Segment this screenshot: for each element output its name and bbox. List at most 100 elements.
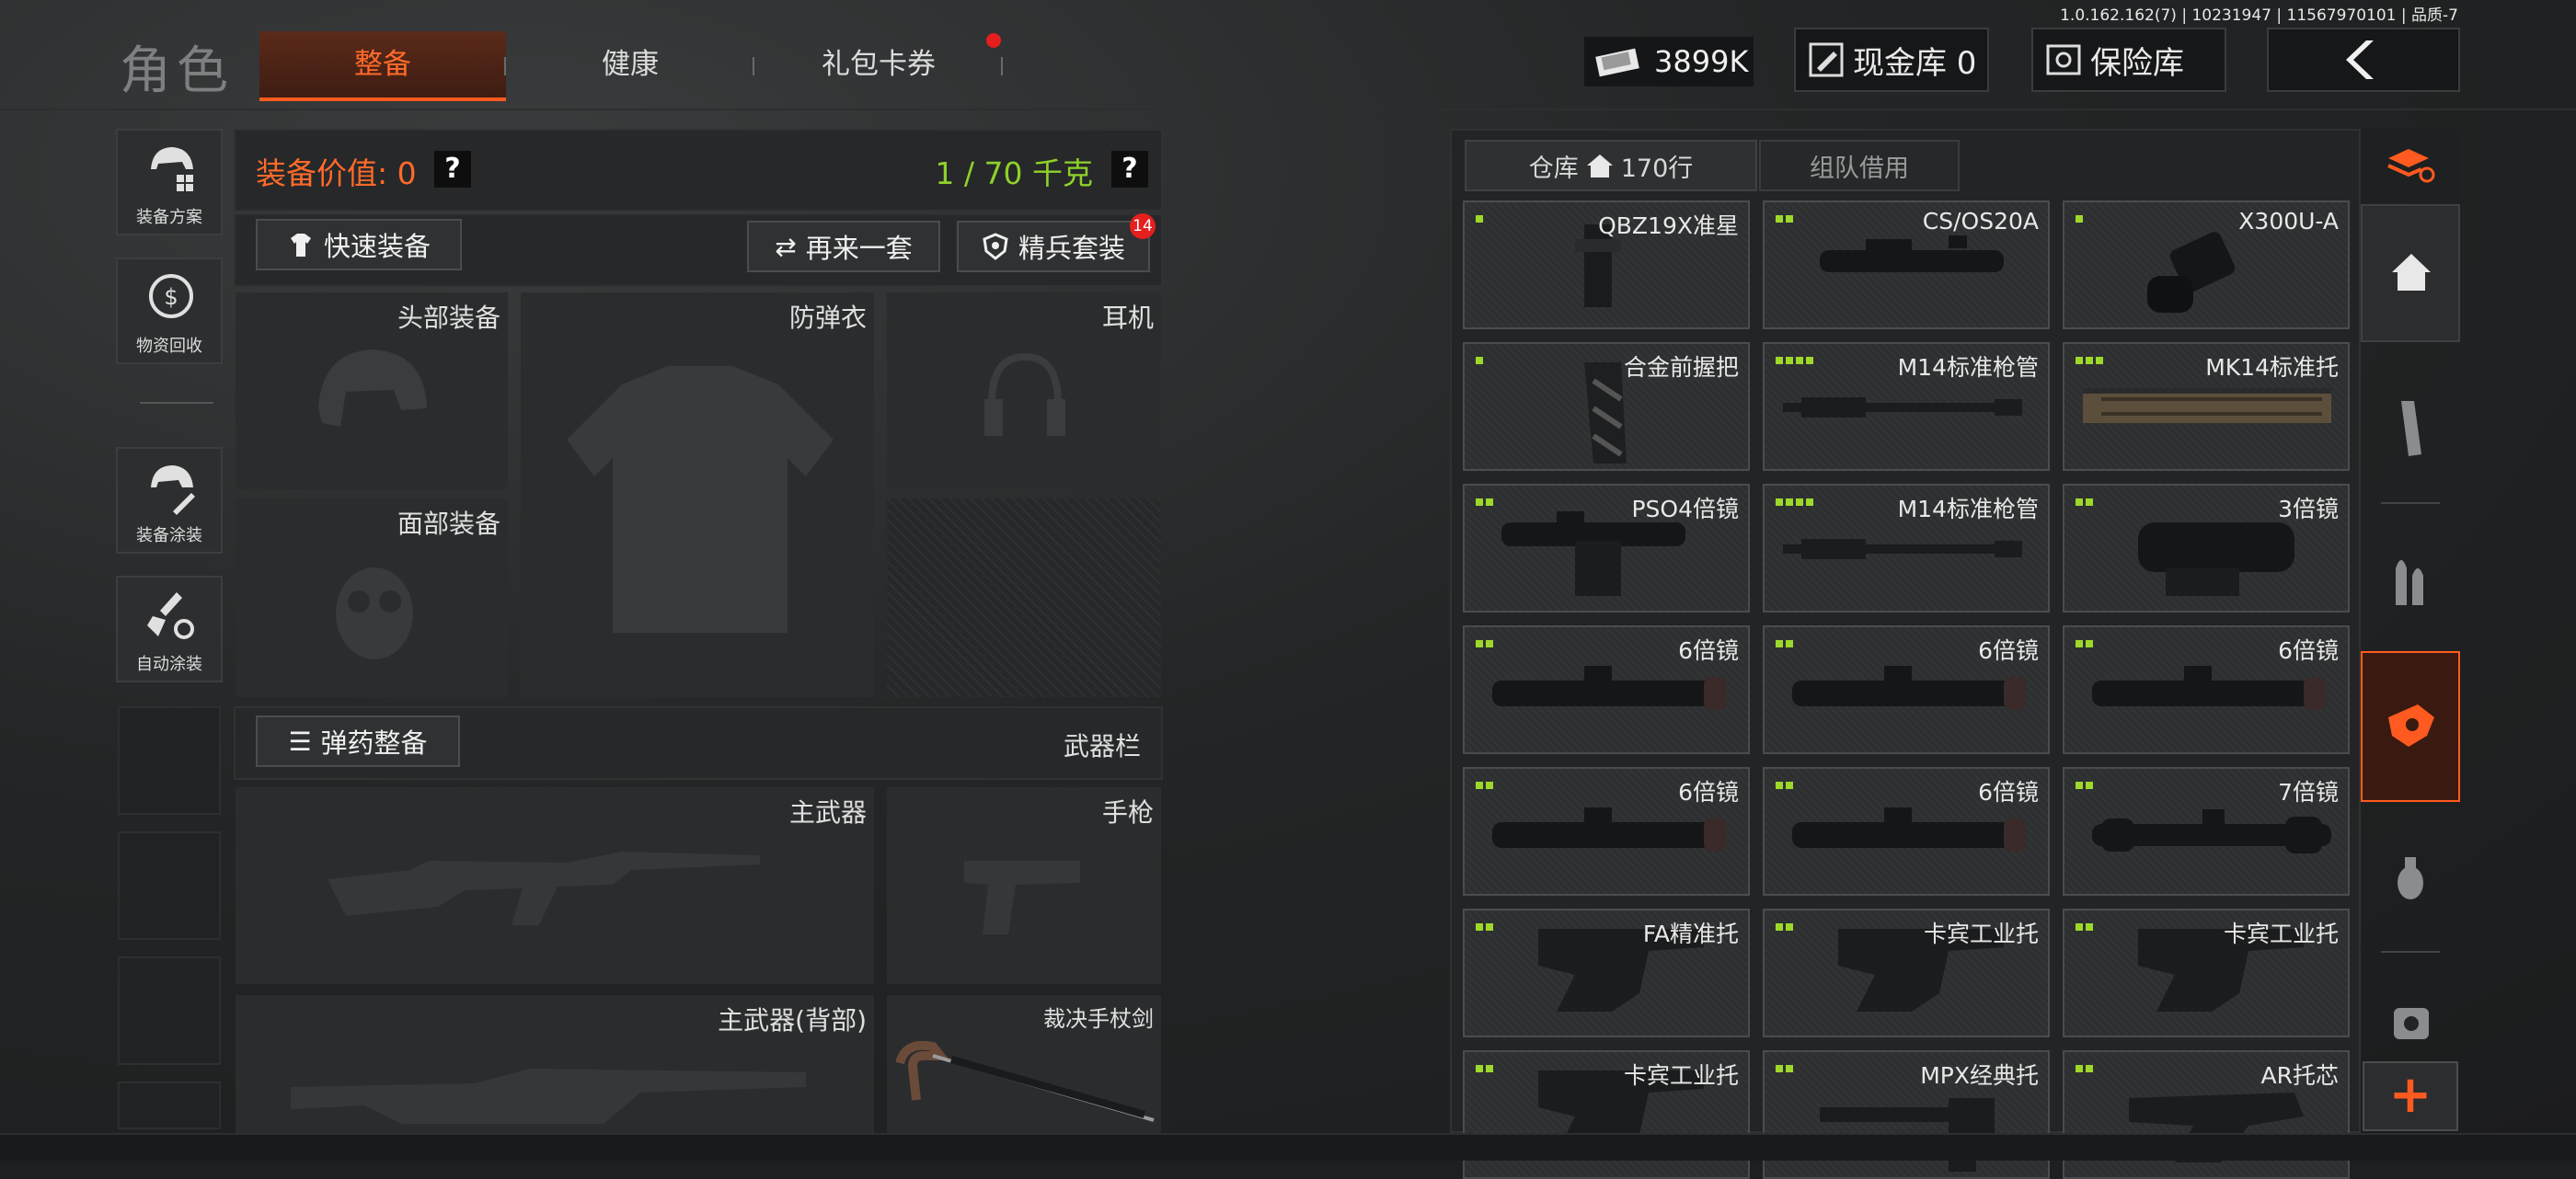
item-name: 卡宾工业托	[2223, 921, 2339, 947]
rifle-silhouette-icon	[328, 852, 760, 925]
rarity-dots	[1776, 782, 1793, 789]
sidebar-label: 物资回收	[136, 337, 202, 356]
inventory-item[interactable]: X300U-A	[2063, 200, 2350, 329]
rail-ammo[interactable]	[2361, 511, 2460, 649]
rarity-dots	[2076, 923, 2093, 931]
primary-weapon-slot[interactable]: 主武器	[236, 787, 874, 984]
inventory-item[interactable]: 6倍镜	[2063, 625, 2350, 754]
inventory-item[interactable]: M14标准枪管	[1763, 342, 2050, 471]
rail-filter[interactable]	[2361, 129, 2460, 202]
inventory-item[interactable]: M14标准枪管	[1763, 484, 2050, 612]
quick-equip-button[interactable]: 快速装备	[256, 219, 462, 270]
pistol-silhouette-icon	[964, 861, 1080, 934]
headset-slot[interactable]: 耳机	[887, 292, 1161, 489]
item-name: MK14标准托	[2205, 354, 2339, 381]
vault-edit-icon	[1809, 42, 1844, 77]
rarity-dots	[1776, 640, 1793, 647]
back-button[interactable]	[2267, 28, 2460, 92]
rarity-dots	[1476, 498, 1493, 506]
quick-equip-label: 快速装备	[323, 231, 431, 262]
slot-label: 主武器	[788, 797, 867, 828]
sidebar-equip-plan[interactable]: 装备方案	[116, 129, 223, 235]
rarity-dots	[1776, 498, 1813, 506]
safe-button[interactable]: 保险库	[2031, 28, 2226, 92]
sidebar-recycle[interactable]: $ 物资回收	[116, 258, 223, 364]
sidebar-divider	[140, 402, 213, 404]
item-name: M14标准枪管	[1897, 354, 2039, 381]
tab-warehouse[interactable]: 仓库 170行	[1465, 140, 1757, 191]
rail-misc[interactable]	[2361, 956, 2460, 1058]
rail-magazine[interactable]	[2361, 359, 2460, 497]
slot-label: 手枪	[1101, 797, 1154, 828]
tab-divider	[504, 57, 506, 75]
rarity-dots	[1476, 215, 1483, 223]
shirt-icon	[290, 234, 311, 257]
inventory-item[interactable]: FA精准托	[1463, 909, 1750, 1037]
magazine-icon	[2401, 401, 2421, 456]
inventory-item[interactable]: 卡宾工业托	[2063, 909, 2350, 1037]
inventory-item[interactable]: CS/OS20A	[1763, 200, 2050, 329]
tab-team-borrow[interactable]: 组队借用	[1759, 140, 1960, 191]
elite-badge: 14	[1130, 213, 1156, 239]
sidebar-paint[interactable]: 装备涂装	[116, 447, 223, 554]
item-name: 3倍镜	[2278, 496, 2339, 522]
inventory-item[interactable]: 3倍镜	[2063, 484, 2350, 612]
rarity-dots	[1776, 215, 1793, 223]
ammo-list-icon: ☰	[288, 726, 312, 757]
elite-kit-label: 精兵套装	[1018, 233, 1125, 264]
inventory-item[interactable]: QBZ19X准星	[1463, 200, 1750, 329]
ammo-equip-button[interactable]: ☰ 弹药整备	[256, 715, 460, 767]
equip-value: 装备价值: 0	[256, 155, 417, 191]
inventory-item[interactable]: 6倍镜	[1463, 625, 1750, 754]
tab-health[interactable]: 健康	[515, 31, 745, 97]
inventory-item[interactable]: 合金前握把	[1463, 342, 1750, 471]
value-help-icon[interactable]: ?	[434, 151, 471, 188]
weight-help-icon[interactable]: ?	[1111, 151, 1148, 188]
melee-slot[interactable]: 裁决手杖剑	[887, 995, 1161, 1133]
tab-gift[interactable]: 礼包卡券	[764, 31, 994, 97]
inventory-item[interactable]: 6倍镜	[1463, 767, 1750, 896]
slot-label: 主武器(背部)	[718, 1005, 867, 1036]
primary-back-slot[interactable]: 主武器(背部)	[236, 995, 874, 1133]
rail-home[interactable]	[2361, 204, 2460, 342]
add-button[interactable]: +	[2363, 1061, 2458, 1131]
weapon-bar-label: 武器栏	[1063, 731, 1141, 761]
inventory-item[interactable]: 6倍镜	[1763, 625, 2050, 754]
helmet-silhouette-icon	[318, 349, 427, 427]
again-label: 再来一套	[805, 233, 913, 264]
item-name: QBZ19X准星	[1598, 212, 1739, 239]
paint-helmet-icon	[151, 465, 195, 515]
rail-grenade[interactable]	[2361, 809, 2460, 947]
refresh-icon: ⇄	[775, 231, 797, 262]
pistol-slot[interactable]: 手枪	[887, 787, 1161, 984]
sidebar-auto-paint[interactable]: 自动涂装	[116, 576, 223, 682]
shield-icon	[983, 233, 1008, 260]
rarity-dots	[2076, 1065, 2093, 1072]
rail-sights[interactable]	[2361, 651, 2460, 802]
empty-slot	[118, 706, 221, 815]
home-icon	[2392, 254, 2431, 291]
tab-equip[interactable]: 整备	[259, 31, 506, 101]
inventory-item[interactable]: 6倍镜	[1763, 767, 2050, 896]
item-name: 合金前握把	[1623, 354, 1739, 381]
armor-slot[interactable]: 防弹衣	[521, 292, 874, 697]
slot-label: 面部装备	[397, 509, 500, 539]
inventory-item[interactable]: 7倍镜	[2063, 767, 2350, 896]
grenade-icon	[2398, 857, 2423, 899]
inventory-item[interactable]: 卡宾工业托	[1763, 909, 2050, 1037]
cash-vault-button[interactable]: 现金库 0	[1794, 28, 1989, 92]
empty-slot	[118, 831, 221, 940]
inventory-item[interactable]: MK14标准托	[2063, 342, 2350, 471]
again-button[interactable]: ⇄ 再来一套	[747, 221, 940, 272]
rarity-dots	[1476, 357, 1483, 364]
inventory-item[interactable]: PSO4倍镜	[1463, 484, 1750, 612]
item-name: AR托芯	[2260, 1062, 2339, 1089]
rarity-dots	[1476, 923, 1493, 931]
rarity-dots	[1776, 1065, 1793, 1072]
notification-dot	[986, 33, 1001, 48]
empty-slot	[118, 1082, 221, 1129]
face-slot[interactable]: 面部装备	[236, 498, 508, 697]
elite-kit-button[interactable]: 精兵套装	[957, 221, 1150, 272]
head-slot[interactable]: 头部装备	[236, 292, 508, 489]
rarity-dots	[2076, 357, 2103, 364]
